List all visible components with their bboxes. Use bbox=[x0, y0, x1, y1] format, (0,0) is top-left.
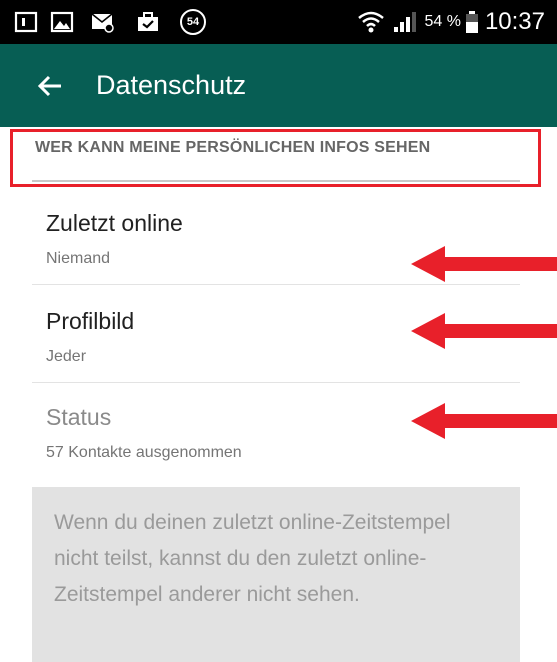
image-icon bbox=[50, 11, 74, 33]
item-title: Profilbild bbox=[46, 308, 135, 334]
arrow-left-icon bbox=[37, 75, 61, 96]
clock: 10:37 bbox=[484, 8, 545, 35]
item-subtitle: 57 Kontakte ausgenommen bbox=[46, 444, 242, 461]
info-box: Wenn du deinen zuletzt online-Zeitstempe… bbox=[32, 487, 520, 662]
battery-percent: 54 % bbox=[424, 13, 461, 30]
divider bbox=[32, 284, 520, 285]
back-button[interactable] bbox=[24, 60, 76, 112]
annotation-arrow-icon bbox=[411, 313, 557, 349]
wifi-icon bbox=[358, 11, 385, 33]
item-title: Status bbox=[46, 404, 112, 430]
signal-icon bbox=[394, 12, 417, 32]
briefcase-check-icon bbox=[138, 12, 158, 31]
section-header: WER KANN MEINE PERSÖNLICHEN INFOS SEHEN bbox=[35, 139, 431, 156]
annotation-arrow-icon bbox=[411, 246, 557, 282]
notification-count-badge: 54 bbox=[180, 9, 206, 35]
section-divider bbox=[32, 180, 520, 182]
message-icon bbox=[91, 13, 114, 33]
status-bar: 54 54 % 10:37 bbox=[0, 0, 557, 44]
notification-square-icon bbox=[14, 11, 38, 33]
page-title: Datenschutz bbox=[96, 70, 247, 100]
info-text: Wenn du deinen zuletzt online-Zeitstempe… bbox=[54, 511, 451, 606]
item-subtitle: Jeder bbox=[46, 348, 87, 365]
battery-icon bbox=[465, 11, 478, 33]
status-bar-right: 54 % 10:37 bbox=[356, 0, 545, 44]
item-subtitle: Niemand bbox=[46, 250, 111, 267]
item-title: Zuletzt online bbox=[46, 210, 183, 236]
annotation-arrow-icon bbox=[411, 403, 557, 439]
divider bbox=[32, 382, 520, 383]
app-toolbar: Datenschutz bbox=[0, 44, 557, 127]
